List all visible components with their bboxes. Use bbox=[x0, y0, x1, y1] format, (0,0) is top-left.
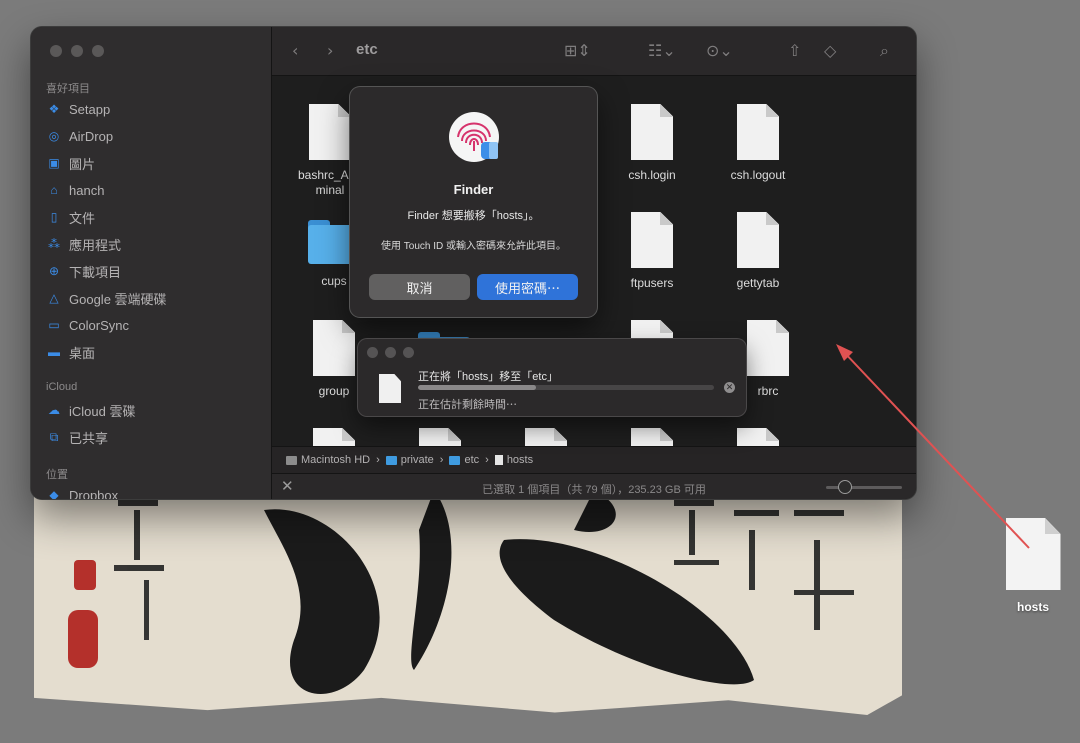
annotation-arrow bbox=[836, 344, 1030, 549]
